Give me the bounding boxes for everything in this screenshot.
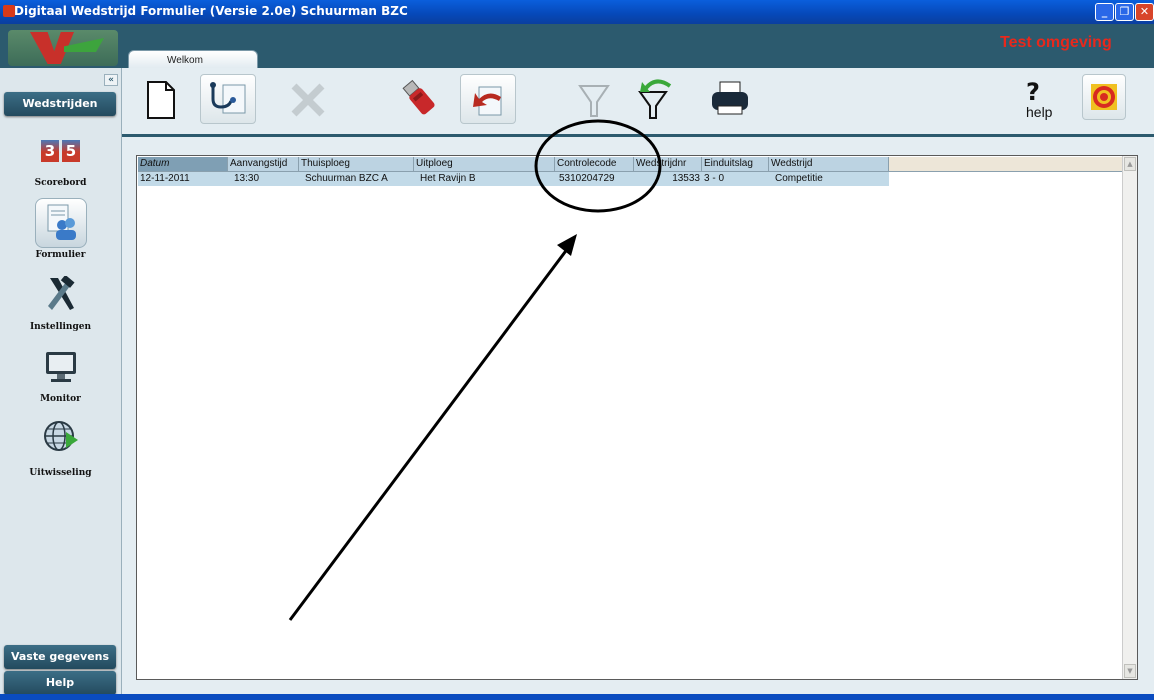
monitor-icon [44,350,78,384]
score-digit-away: 5 [62,140,80,162]
form-edit-button[interactable] [200,74,256,124]
table-cell: 3 - 0 [702,172,769,186]
column-header-datum[interactable]: Datum [138,157,228,172]
help-label: help [1026,104,1053,120]
usb-export-button[interactable] [394,74,446,124]
matches-table: Datum Aanvangstijd Thuisploeg Uitploeg C… [136,155,1138,680]
environment-label: Test omgeving [1000,34,1112,51]
sidebar: « Wedstrijden 3 5 Scorebord Formulier In… [0,68,122,695]
sidebar-item-label: Formulier [35,250,86,260]
help-toolbar-button[interactable]: ? help [1020,74,1060,124]
collapse-sidebar-button[interactable]: « [104,74,118,86]
import-icon [473,86,502,116]
sidebar-item-label: Monitor [40,394,81,404]
vaste-gegevens-button[interactable]: Vaste gegevens [4,645,116,669]
filter-button[interactable] [568,74,620,124]
window-title: Digitaal Wedstrijd Formulier (Versie 2.0… [14,4,408,18]
delete-icon [291,83,325,117]
sidebar-item-label: Uitwisseling [29,468,92,478]
column-header-thuisploeg[interactable]: Thuisploeg [299,157,414,172]
sidebar-item-scorebord[interactable]: 3 5 Scorebord [0,140,121,190]
column-header-einduitslag[interactable]: Einduitslag [702,157,769,172]
table-cell: Competitie [769,172,889,186]
target-icon [1091,84,1117,110]
vertical-scrollbar[interactable]: ▲ ▼ [1122,156,1137,679]
window-frame-bottom [0,694,1154,700]
sidebar-item-monitor[interactable]: Monitor [0,348,121,408]
column-header-aanvangstijd[interactable]: Aanvangstijd [228,157,299,172]
help-button[interactable]: Help [4,671,116,695]
table-cell: 13:30 [228,172,299,186]
table-cell: Het Ravijn B [414,172,555,186]
table-cell: Schuurman BZC A [299,172,414,186]
sidebar-item-formulier[interactable]: Formulier [0,196,121,262]
table-cell: 5310204729 [555,172,634,186]
column-header-filler [889,157,1123,172]
column-header-uitploeg[interactable]: Uitploeg [414,157,555,172]
maximize-button[interactable]: ❐ [1115,3,1134,21]
wedstrijden-button[interactable]: Wedstrijden [4,92,116,116]
column-header-wedstrijdnr[interactable]: Wedstrijdnr [634,157,702,172]
new-document-icon [147,81,175,119]
import-button[interactable] [460,74,516,124]
delete-button[interactable] [282,74,334,124]
score-digit-home: 3 [41,140,59,162]
scroll-up-arrow-icon[interactable]: ▲ [1124,157,1136,171]
tools-icon [44,274,78,312]
minimize-button[interactable]: _ [1095,3,1114,21]
logo [8,30,118,66]
filter-reset-button[interactable] [630,74,682,124]
column-header-controlecode[interactable]: Controlecode [555,157,634,172]
usb-icon [402,79,435,115]
tab-welkom[interactable]: Welkom [128,50,258,70]
close-button[interactable]: ✕ [1135,3,1154,21]
column-header-wedstrijd[interactable]: Wedstrijd [769,157,889,172]
help-icon: ? [1026,78,1040,106]
table-cell: 12-11-2011 [138,172,228,186]
filter-icon [578,85,610,117]
print-icon [712,81,748,115]
form-icon [35,198,87,248]
title-bar: Digitaal Wedstrijd Formulier (Versie 2.0… [0,0,1154,24]
print-button[interactable] [704,74,756,124]
globe-exchange-icon [42,418,80,456]
scoreboard-icon: 3 5 [41,140,81,162]
scroll-down-arrow-icon[interactable]: ▼ [1124,664,1136,678]
form-stethoscope-icon [210,82,246,114]
sidebar-item-uitwisseling[interactable]: Uitwisseling [0,418,121,480]
target-button[interactable] [1082,74,1126,120]
toolbar: ? help [122,68,1154,137]
sidebar-item-label: Instellingen [29,322,92,332]
new-document-button[interactable] [134,74,186,124]
sidebar-item-instellingen[interactable]: Instellingen [0,274,121,336]
sidebar-item-label: Scorebord [34,178,87,188]
content-area: Datum Aanvangstijd Thuisploeg Uitploeg C… [122,137,1154,694]
table-cell: 13533 [634,172,702,186]
filter-reset-icon [638,79,672,119]
